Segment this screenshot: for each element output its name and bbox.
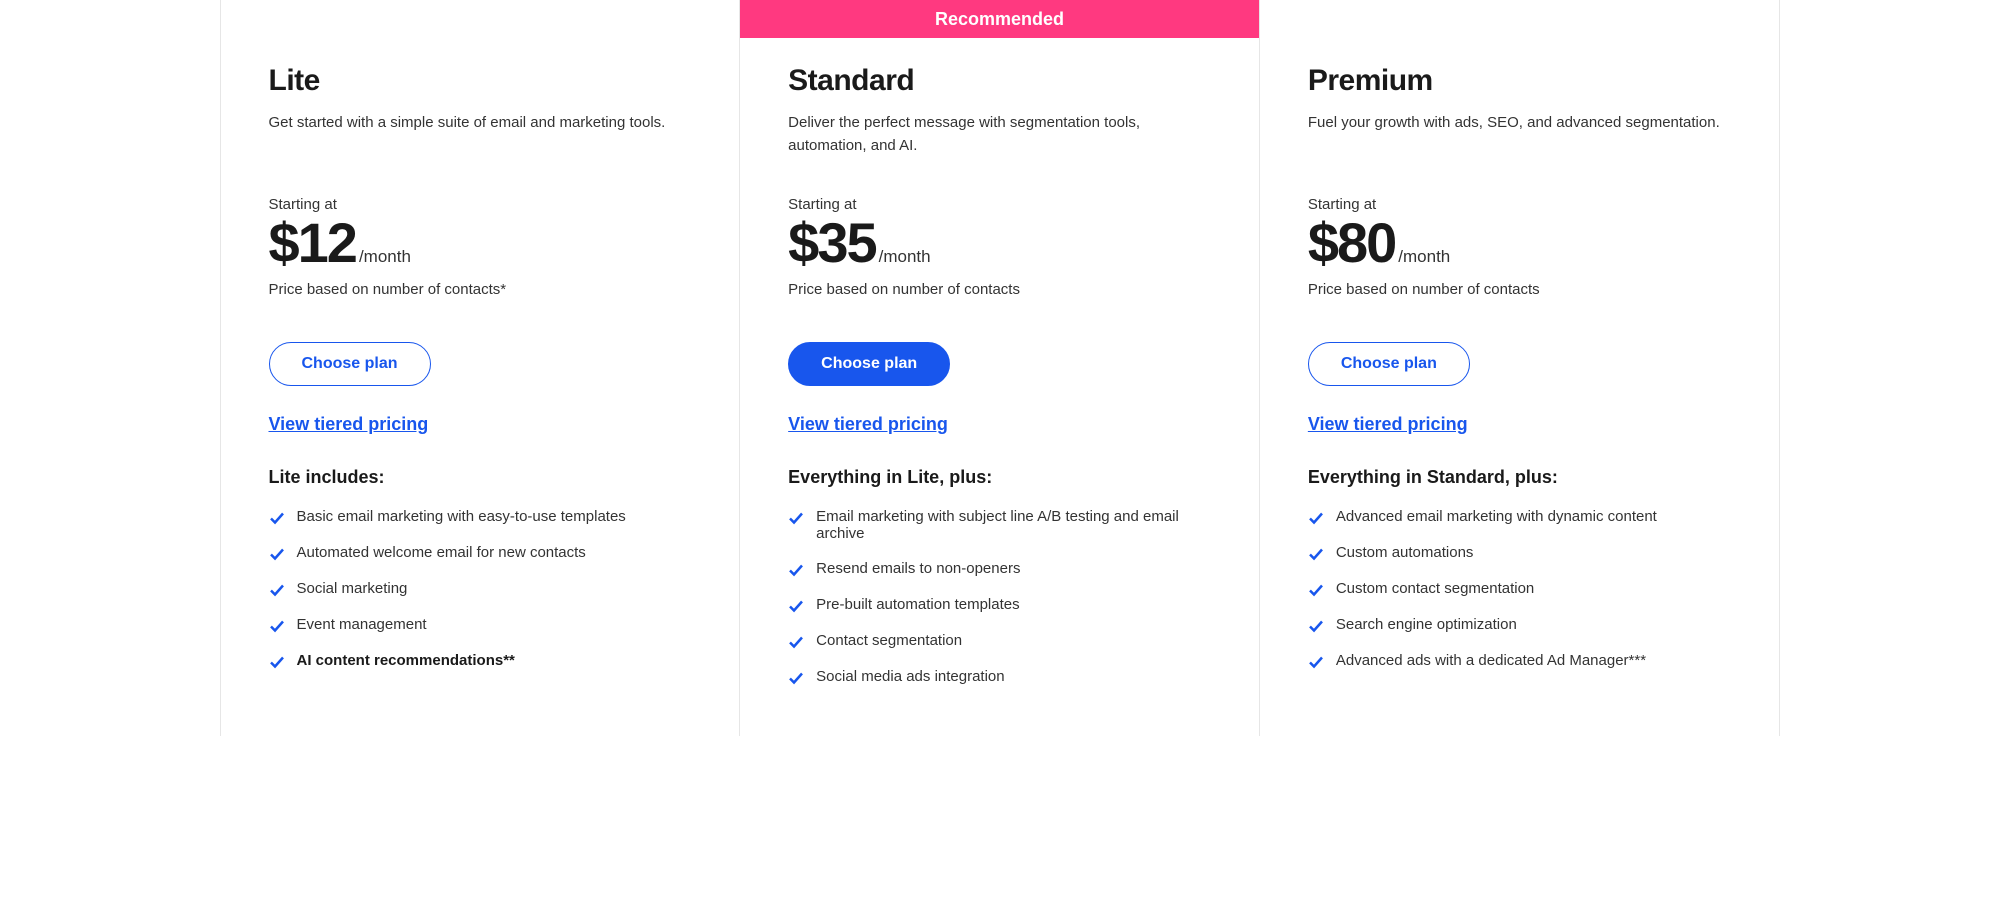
feature-text: Email marketing with subject line A/B te… [816,508,1211,542]
check-icon [788,670,804,686]
plan-card-standard: Recommended Standard Deliver the perfect… [740,0,1260,736]
feature-item: Resend emails to non-openers [788,560,1211,578]
check-icon [788,634,804,650]
check-icon [1308,654,1324,670]
choose-plan-button[interactable]: Choose plan [269,342,431,386]
feature-text: Automated welcome email for new contacts [297,544,586,561]
banner-spacer [221,0,740,38]
feature-item: Advanced ads with a dedicated Ad Manager… [1308,652,1731,670]
view-tiered-pricing-link[interactable]: View tiered pricing [1308,414,1468,435]
feature-list: Basic email marketing with easy-to-use t… [269,508,692,670]
view-tiered-pricing-link[interactable]: View tiered pricing [269,414,429,435]
feature-item: Automated welcome email for new contacts [269,544,692,562]
plan-description: Get started with a simple suite of email… [269,112,692,160]
includes-heading: Lite includes: [269,467,692,488]
check-icon [269,510,285,526]
feature-item: Social media ads integration [788,668,1211,686]
price-row: $12 /month [269,215,692,271]
feature-text: Contact segmentation [816,632,962,649]
feature-text: Advanced ads with a dedicated Ad Manager… [1336,652,1646,669]
feature-text: Social media ads integration [816,668,1004,685]
check-icon [1308,618,1324,634]
plan-title: Lite [269,64,692,98]
check-icon [269,618,285,634]
plan-description: Fuel your growth with ads, SEO, and adva… [1308,112,1731,160]
check-icon [788,598,804,614]
price-suffix: /month [359,247,411,267]
plan-title: Premium [1308,64,1731,98]
plan-card-lite: Lite Get started with a simple suite of … [221,0,741,736]
view-tiered-pricing-link[interactable]: View tiered pricing [788,414,948,435]
plan-description: Deliver the perfect message with segment… [788,112,1211,160]
plan-title: Standard [788,64,1211,98]
feature-text: Advanced email marketing with dynamic co… [1336,508,1657,525]
feature-text: Custom contact segmentation [1336,580,1534,597]
feature-item: Advanced email marketing with dynamic co… [1308,508,1731,526]
feature-item: Search engine optimization [1308,616,1731,634]
check-icon [269,582,285,598]
feature-text: Event management [297,616,427,633]
feature-list: Advanced email marketing with dynamic co… [1308,508,1731,670]
price-suffix: /month [879,247,931,267]
feature-text: Resend emails to non-openers [816,560,1020,577]
banner-spacer [1260,0,1779,38]
feature-text: Pre-built automation templates [816,596,1019,613]
includes-heading: Everything in Standard, plus: [1308,467,1731,488]
price-row: $80 /month [1308,215,1731,271]
feature-item: Custom contact segmentation [1308,580,1731,598]
plan-price: $12 [269,215,356,271]
pricing-grid: Lite Get started with a simple suite of … [220,0,1780,736]
feature-text: Search engine optimization [1336,616,1517,633]
choose-plan-button[interactable]: Choose plan [788,342,950,386]
plan-price: $80 [1308,215,1395,271]
check-icon [788,562,804,578]
price-note: Price based on number of contacts [788,281,1211,298]
includes-heading: Everything in Lite, plus: [788,467,1211,488]
recommended-banner: Recommended [740,0,1259,38]
check-icon [1308,582,1324,598]
check-icon [269,654,285,670]
feature-item: Event management [269,616,692,634]
feature-item: AI content recommendations** [269,652,692,670]
feature-item: Basic email marketing with easy-to-use t… [269,508,692,526]
feature-text: Social marketing [297,580,408,597]
check-icon [1308,510,1324,526]
price-note: Price based on number of contacts* [269,281,692,298]
feature-item: Custom automations [1308,544,1731,562]
price-suffix: /month [1398,247,1450,267]
feature-item: Pre-built automation templates [788,596,1211,614]
check-icon [788,510,804,526]
feature-text: Custom automations [1336,544,1474,561]
plan-card-premium: Premium Fuel your growth with ads, SEO, … [1260,0,1779,736]
feature-text: Basic email marketing with easy-to-use t… [297,508,626,525]
feature-item: Social marketing [269,580,692,598]
check-icon [269,546,285,562]
price-note: Price based on number of contacts [1308,281,1731,298]
choose-plan-button[interactable]: Choose plan [1308,342,1470,386]
feature-text: AI content recommendations** [297,652,515,669]
price-row: $35 /month [788,215,1211,271]
check-icon [1308,546,1324,562]
feature-item: Email marketing with subject line A/B te… [788,508,1211,542]
feature-list: Email marketing with subject line A/B te… [788,508,1211,686]
plan-price: $35 [788,215,875,271]
feature-item: Contact segmentation [788,632,1211,650]
